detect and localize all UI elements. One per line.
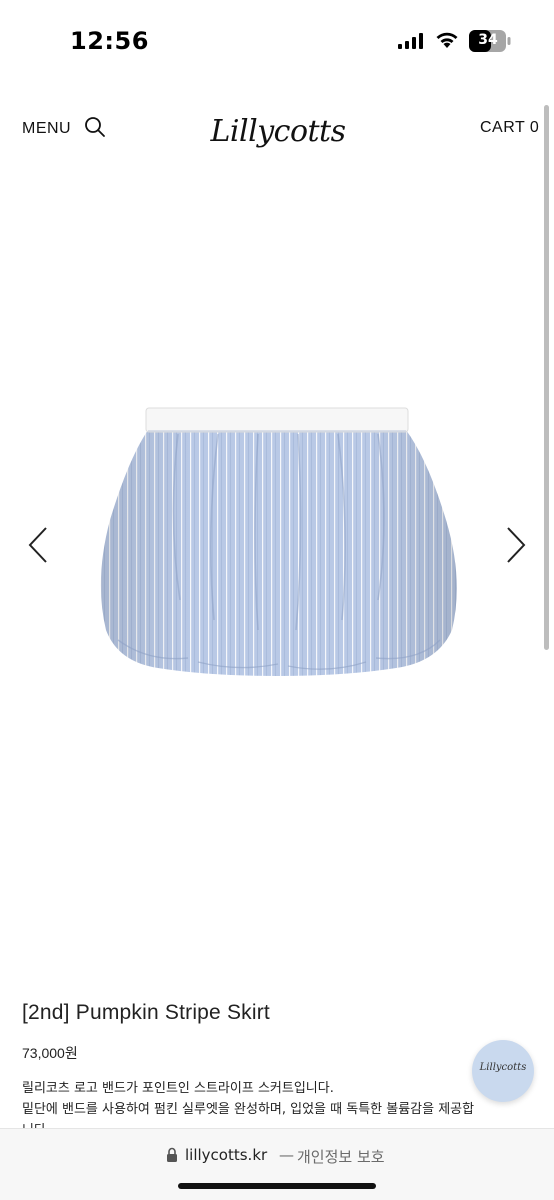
product-description-line: 릴리코츠 로고 밴드가 포인트인 스트라이프 스커트입니다. <box>22 1081 334 1096</box>
lock-icon <box>167 1147 177 1162</box>
chevron-right-icon[interactable] <box>500 520 530 570</box>
product-price: 73,000원 <box>22 1045 78 1061</box>
product-image[interactable] <box>88 400 466 685</box>
status-bar: 12:56 34 <box>0 0 554 84</box>
browser-address-bar[interactable]: lillycotts.kr — 개인정보 보호 <box>0 1128 554 1200</box>
url-separator: — <box>279 1146 294 1164</box>
site-header: MENU Lillycotts CART 0 <box>0 90 554 170</box>
privacy-label: 개인정보 보호 <box>297 1148 385 1166</box>
floating-logo-text: Lillycotts <box>479 1062 527 1073</box>
signal-icon <box>398 33 423 49</box>
search-icon[interactable] <box>84 116 106 138</box>
home-indicator[interactable] <box>178 1183 376 1189</box>
status-time: 12:56 <box>70 27 149 55</box>
menu-button[interactable]: MENU <box>22 120 71 138</box>
battery-level: 34 <box>478 32 498 48</box>
floating-logo-button[interactable]: Lillycotts <box>472 1040 534 1102</box>
cart-button[interactable]: CART 0 <box>480 119 539 137</box>
product-title: [2nd] Pumpkin Stripe Skirt <box>22 1001 270 1024</box>
url-text[interactable]: lillycotts.kr <box>185 1146 267 1164</box>
logo-text: Lillycotts <box>210 114 346 149</box>
wifi-icon <box>436 32 458 48</box>
chevron-left-icon[interactable] <box>24 520 54 570</box>
product-gallery <box>0 180 554 960</box>
product-description-line: 밑단에 밴드를 사용하여 펌킨 실루엣을 완성하며, 입었을 때 독특한 볼륨감… <box>22 1102 475 1117</box>
site-logo[interactable]: Lillycotts <box>198 104 358 160</box>
